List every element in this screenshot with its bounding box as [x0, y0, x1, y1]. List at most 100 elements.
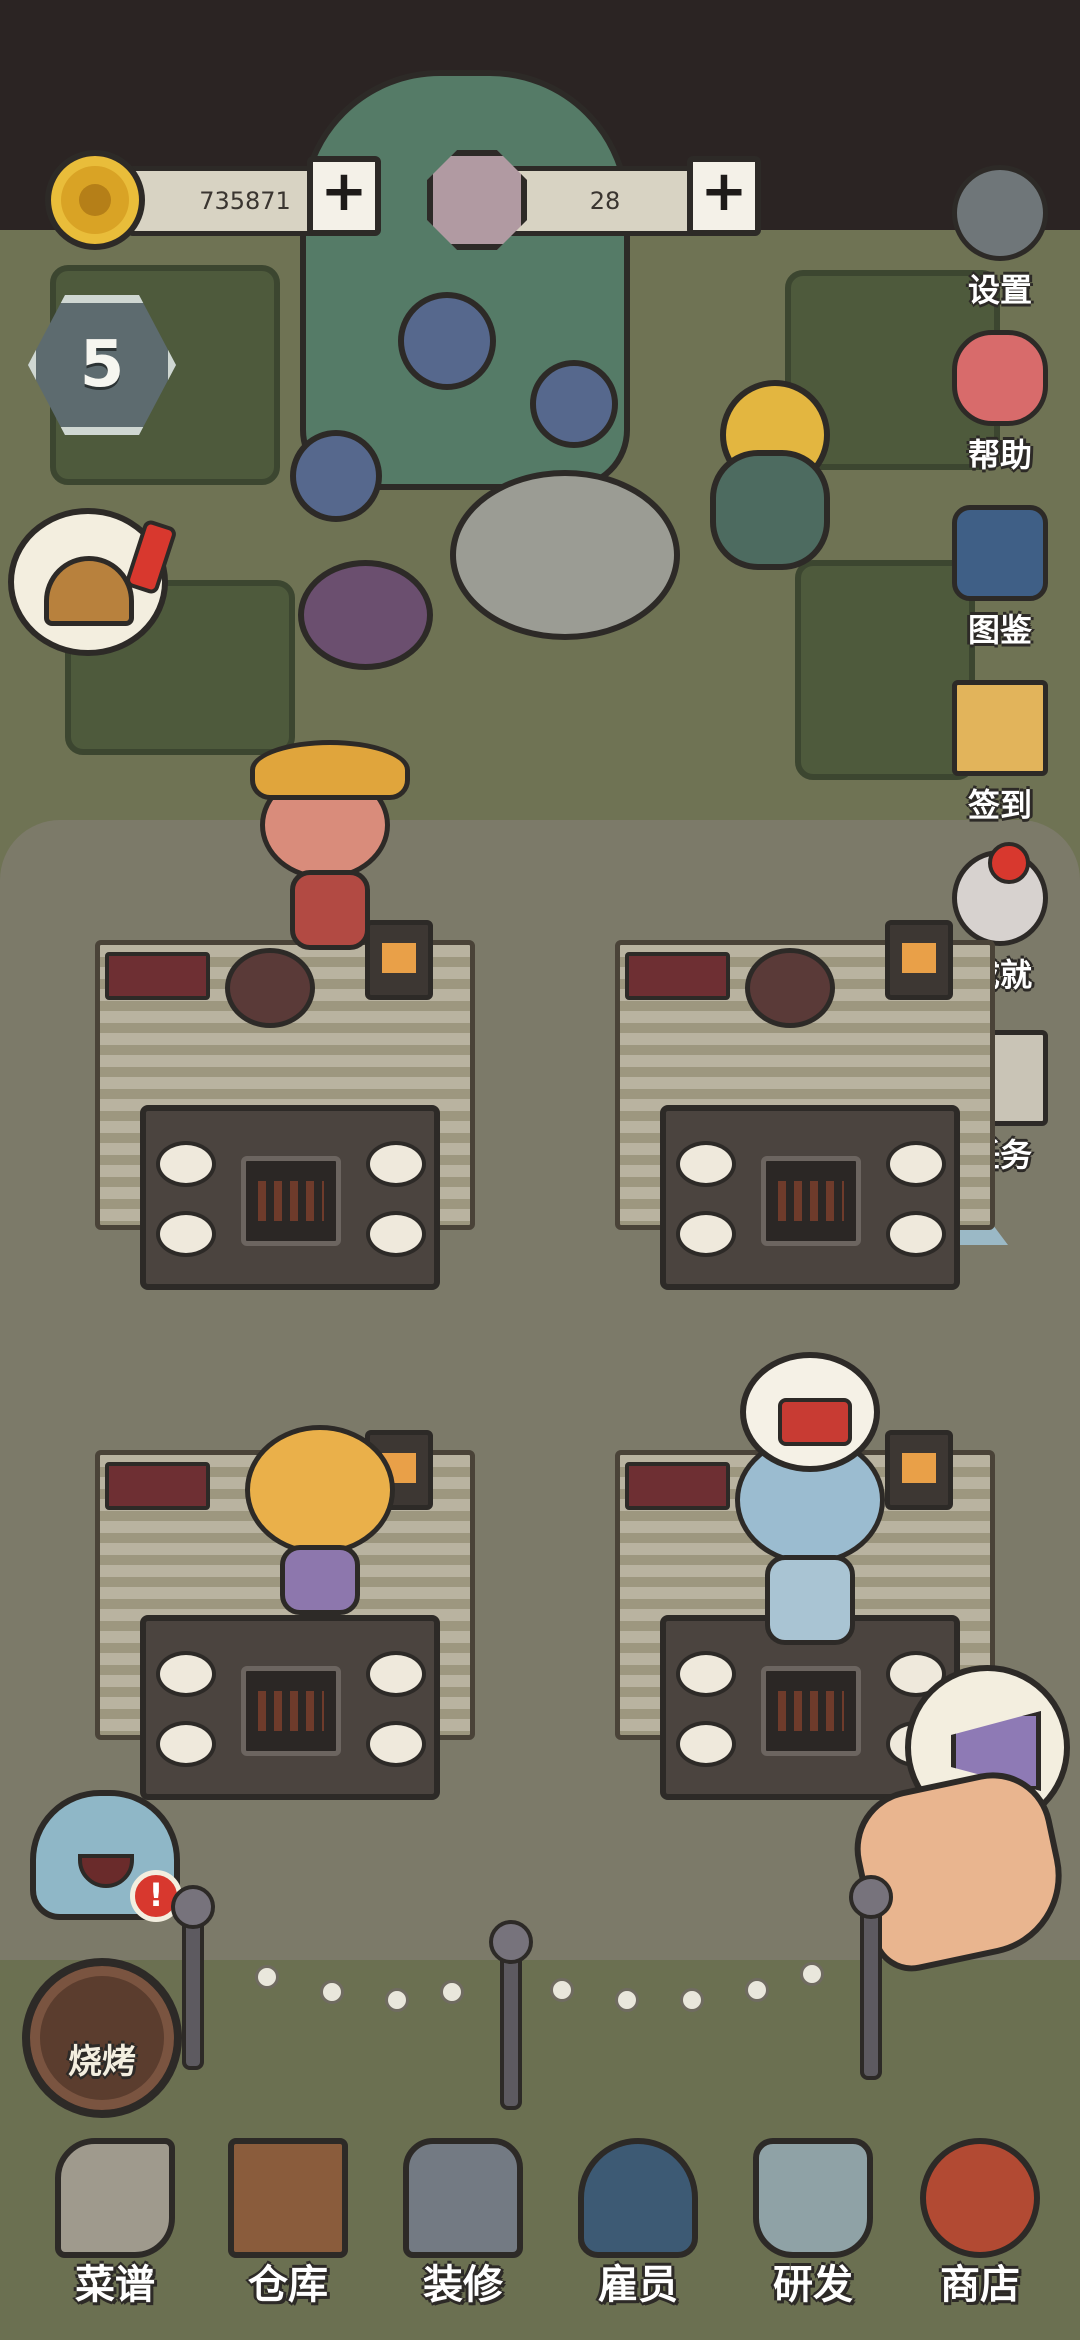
- plate: [676, 1721, 736, 1767]
- nav-employees-label: 雇员: [598, 2262, 678, 2308]
- collection-button[interactable]: 图鉴: [940, 505, 1060, 651]
- string-light: [550, 1978, 574, 2002]
- plate: [676, 1141, 736, 1187]
- checkin-label: 签到: [967, 786, 1032, 824]
- lantern: [365, 920, 433, 1000]
- plate: [886, 1141, 946, 1187]
- string-light: [440, 1980, 464, 2004]
- nav-warehouse[interactable]: 仓库: [213, 2138, 363, 2338]
- help-button[interactable]: 帮助: [940, 330, 1060, 476]
- book-icon: [952, 505, 1048, 601]
- gem-amount: 28: [495, 166, 715, 236]
- plate: [366, 1141, 426, 1187]
- plate: [366, 1211, 426, 1257]
- grill: [761, 1666, 861, 1756]
- settings-label: 设置: [967, 271, 1032, 309]
- fence-post-cap: [849, 1875, 893, 1919]
- cooking-pot-icon: [753, 2138, 873, 2258]
- condiment-shelf: [625, 1462, 730, 1510]
- plate: [676, 1211, 736, 1257]
- grill: [761, 1156, 861, 1246]
- string-light: [615, 1988, 639, 2012]
- plate: [156, 1721, 216, 1767]
- condiment-shelf: [625, 952, 730, 1000]
- nav-recipes-label: 菜谱: [75, 2262, 155, 2308]
- fence-post: [500, 1945, 522, 2110]
- nav-employees[interactable]: 雇员: [563, 2138, 713, 2338]
- employee-cap-icon: [578, 2138, 698, 2258]
- bbq-mode-button[interactable]: 烧烤: [22, 1958, 182, 2118]
- plate: [366, 1651, 426, 1697]
- bottom-navigation: 菜谱 仓库 装修 雇员 研发 商店: [0, 2120, 1080, 2340]
- plate: [366, 1721, 426, 1767]
- nav-decorate-label: 装修: [423, 2262, 503, 2308]
- blueberry-3: [290, 430, 382, 522]
- drum-seat: [225, 948, 315, 1028]
- grill: [241, 1666, 341, 1756]
- bbq-station-1[interactable]: [95, 920, 475, 1310]
- flower-pot-purple: [298, 560, 433, 670]
- nav-research-label: 研发: [773, 2262, 853, 2308]
- grill: [241, 1156, 341, 1246]
- bbq-station-2[interactable]: [615, 920, 995, 1310]
- condiment-shelf: [105, 952, 210, 1000]
- fence-post-cap: [171, 1885, 215, 1929]
- farmer-body: [290, 870, 370, 950]
- grill-table: [660, 1105, 960, 1290]
- drum-seat: [745, 948, 835, 1028]
- string-light: [745, 1978, 769, 2002]
- nav-shop-label: 商店: [940, 2262, 1020, 2308]
- help-label: 帮助: [967, 436, 1032, 474]
- question-icon: [952, 330, 1048, 426]
- ghost-mouth: [78, 1854, 134, 1888]
- letter-icon: [952, 680, 1048, 776]
- cabinet-icon: [228, 2138, 348, 2258]
- add-coins-button[interactable]: +: [307, 156, 381, 236]
- bbq-mode-label: 烧烤: [68, 2041, 136, 2082]
- nav-shop[interactable]: 商店: [905, 2138, 1055, 2338]
- blueberry-2: [530, 360, 618, 448]
- string-light: [680, 1988, 704, 2012]
- plate: [886, 1211, 946, 1257]
- string-light: [255, 1965, 279, 1989]
- treasure-bag-icon: [920, 2138, 1040, 2258]
- flower-pot-right: [710, 450, 830, 570]
- sheep-girl-head: [245, 1425, 395, 1555]
- nav-warehouse-label: 仓库: [248, 2262, 328, 2308]
- grill-table: [140, 1615, 440, 1800]
- order-grill-bubble[interactable]: [740, 1352, 880, 1472]
- hammer-icon: [403, 2138, 523, 2258]
- bell-icon: [44, 556, 134, 626]
- gem-icon: [427, 150, 527, 250]
- collection-label: 图鉴: [967, 611, 1032, 649]
- fence-post-cap: [489, 1920, 533, 1964]
- plate: [676, 1651, 736, 1697]
- string-light: [385, 1988, 409, 2012]
- nav-research[interactable]: 研发: [738, 2138, 888, 2338]
- string-light: [320, 1980, 344, 2004]
- straw-hat-icon: [250, 740, 410, 800]
- fence-post: [860, 1900, 882, 2080]
- settings-button[interactable]: 设置: [940, 165, 1060, 311]
- string-light: [800, 1962, 824, 1986]
- sheep-girl-body: [280, 1545, 360, 1615]
- plate: [156, 1211, 216, 1257]
- plate: [156, 1651, 216, 1697]
- coin-icon: [45, 150, 145, 250]
- plate: [156, 1141, 216, 1187]
- checkin-button[interactable]: 签到: [940, 680, 1060, 826]
- service-bell-bubble[interactable]: [8, 508, 178, 656]
- nav-decorate[interactable]: 装修: [388, 2138, 538, 2338]
- condiment-shelf: [105, 1462, 210, 1510]
- lantern: [885, 920, 953, 1000]
- game-scene: 735871 + 28 + 5 设置 帮助 图鉴 签到 成就 任务 ! 烧烤 菜…: [0, 0, 1080, 2340]
- cat-hoodie-body: [765, 1555, 855, 1645]
- blueberry-1: [398, 292, 496, 390]
- fence-post: [182, 1910, 204, 2070]
- gear-icon: [952, 165, 1048, 261]
- add-gems-button[interactable]: +: [687, 156, 761, 236]
- grill-table: [140, 1105, 440, 1290]
- nav-recipes[interactable]: 菜谱: [40, 2138, 190, 2338]
- lantern: [885, 1430, 953, 1510]
- stone-altar: [450, 470, 680, 640]
